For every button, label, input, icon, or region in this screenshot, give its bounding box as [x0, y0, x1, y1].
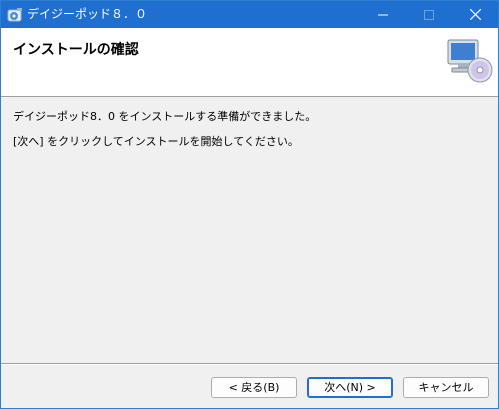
- maximize-icon: [424, 9, 434, 20]
- next-button[interactable]: 次へ(N) >: [307, 377, 393, 398]
- instruction-message: [次へ] をクリックしてインストールを開始してください。: [13, 135, 299, 148]
- back-button[interactable]: < 戻る(B): [211, 377, 297, 398]
- computer-disc-icon: [444, 38, 494, 84]
- maximize-button[interactable]: [406, 1, 452, 28]
- cancel-button[interactable]: キャンセル: [403, 377, 489, 398]
- content-area: デイジーポッド8．0 をインストールする準備ができました。 [次へ] をクリック…: [1, 97, 498, 363]
- installer-app-icon: [7, 7, 23, 23]
- page-title: インストールの確認: [13, 42, 139, 58]
- footer-separator: [1, 363, 498, 365]
- minimize-icon: [378, 14, 388, 15]
- ready-message: デイジーポッド8．0 をインストールする準備ができました。: [13, 110, 317, 123]
- minimize-button[interactable]: [360, 1, 406, 28]
- close-icon: [469, 9, 481, 20]
- installer-window: デイジーポッド８．０ インストールの確認 デイジーポッド8．0 をインストールす…: [0, 0, 499, 409]
- close-button[interactable]: [452, 1, 498, 28]
- header-banner: インストールの確認: [1, 28, 498, 97]
- title-bar[interactable]: デイジーポッド８．０: [1, 1, 498, 28]
- window-title: デイジーポッド８．０: [27, 7, 148, 21]
